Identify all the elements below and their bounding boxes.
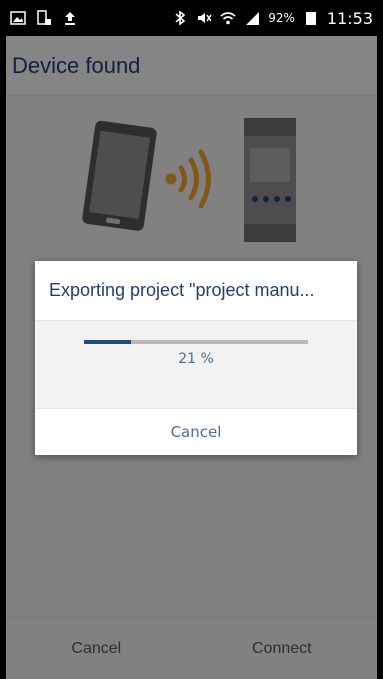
battery-percent: 92% — [268, 11, 295, 25]
signal-icon — [246, 12, 260, 25]
progress-area: 21 % — [35, 321, 357, 408]
bluetooth-icon — [175, 10, 186, 26]
status-bar: 92% 11:53 — [0, 0, 383, 36]
screen-share-icon — [37, 10, 51, 25]
progress-bar — [84, 340, 308, 344]
dialog-cancel-button[interactable]: Cancel — [35, 408, 357, 455]
dialog-title: Exporting project "project manu... — [35, 261, 357, 321]
image-icon — [10, 11, 26, 25]
clock: 11:53 — [326, 8, 373, 28]
battery-icon — [305, 12, 316, 25]
upload-icon — [65, 12, 75, 25]
wifi-icon — [220, 12, 236, 25]
status-icons-left — [10, 10, 78, 26]
progress-percent-text: 21 % — [178, 351, 214, 367]
mute-icon — [198, 13, 212, 23]
status-icons-right: 92% 11:53 — [172, 9, 373, 28]
export-progress-dialog: Exporting project "project manu... 21 % … — [35, 261, 357, 455]
progress-bar-fill — [84, 340, 132, 344]
